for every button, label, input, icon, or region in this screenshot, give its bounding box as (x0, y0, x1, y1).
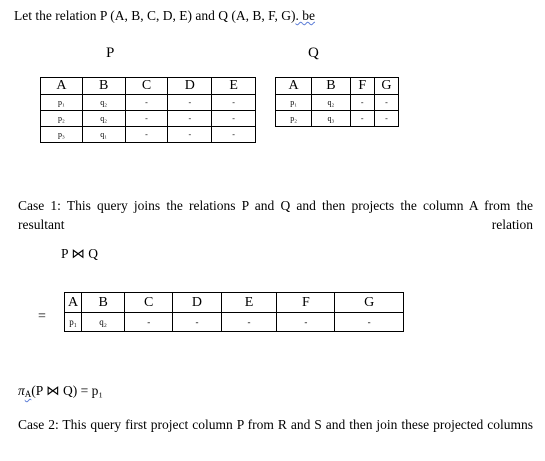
table-cell: - (349, 94, 375, 111)
table-cell: p₂ (274, 110, 313, 127)
join-expression: P ⋈ Q (61, 246, 99, 261)
table-cell: p₂ (40, 110, 83, 127)
equals-sign: = (38, 309, 46, 324)
table-cell: q₃ (311, 110, 351, 127)
table-cell: - (167, 94, 213, 111)
table-cell: - (167, 126, 213, 143)
header-cell: G (334, 292, 404, 313)
table-cell: - (211, 126, 256, 143)
table-cell: - (373, 94, 400, 111)
table-cell: q₂ (81, 110, 126, 127)
table-cell: - (124, 312, 174, 332)
header-cell: C (124, 77, 169, 95)
table-cell: - (220, 312, 278, 332)
header-cell: F (276, 292, 336, 313)
p-label: P (106, 45, 115, 61)
table-cell: p₁ (40, 94, 83, 111)
table-header-row: A B C D E F G (63, 292, 404, 313)
table-cell: p₃ (40, 126, 83, 143)
table-cell: q₂ (311, 94, 351, 111)
table-cell: - (124, 94, 169, 111)
projection-expression: πA(P ⋈ Q) = p₁ (18, 383, 103, 399)
intro-end: be (302, 8, 316, 23)
table-cell: - (349, 110, 375, 127)
case2-paragraph: Case 2: This query first project column … (18, 417, 533, 432)
header-cell: D (172, 292, 222, 313)
table-cell: q₂ (81, 312, 126, 332)
table-row: p₁ q₂ - - - - - (63, 312, 404, 332)
q-label: Q (308, 45, 319, 61)
table-cell: - (211, 110, 256, 127)
header-cell: A (63, 292, 83, 313)
header-cell: B (81, 77, 126, 95)
table-cell: q₁ (81, 126, 126, 143)
table-row: p₁ q₂ - - (274, 94, 400, 111)
relation-p-table: A B C D E p₁ q₂ - - - p₂ q₂ - - - p₃ q₁ … (40, 77, 256, 143)
table-cell: - (211, 94, 256, 111)
pi-symbol: π (18, 383, 25, 398)
table-header-row: A B F G (274, 77, 400, 95)
header-cell: A (40, 77, 83, 95)
table-cell: - (172, 312, 222, 332)
relation-q-table: A B F G p₁ q₂ - - p₂ q₃ - - (274, 77, 400, 127)
header-cell: G (373, 77, 400, 95)
table-row: p₂ q₂ - - - (40, 110, 256, 127)
header-cell: E (220, 292, 278, 313)
table-cell: q₂ (81, 94, 126, 111)
header-cell: C (124, 292, 174, 313)
table-cell: p₁ (274, 94, 313, 111)
projection-body: (P ⋈ Q) = p₁ (31, 383, 104, 398)
intro-main: Let the relation P (A, B, C, D, E) and Q… (14, 8, 296, 23)
header-cell: B (81, 292, 126, 313)
table-cell: - (334, 312, 404, 332)
table-cell: - (167, 110, 213, 127)
table-cell: - (373, 110, 400, 127)
table-cell: - (124, 110, 169, 127)
header-cell: D (167, 77, 213, 95)
header-cell: B (311, 77, 351, 95)
table-row: p₃ q₁ - - - (40, 126, 256, 143)
table-header-row: A B C D E (40, 77, 256, 95)
table-cell: - (124, 126, 169, 143)
header-cell: E (211, 77, 256, 95)
intro-text: Let the relation P (A, B, C, D, E) and Q… (14, 8, 315, 24)
table-row: p₂ q₃ - - (274, 110, 400, 127)
header-cell: F (349, 77, 375, 95)
table-cell: p₁ (63, 312, 83, 332)
case1-paragraph: Case 1: This query joins the relations P… (18, 198, 533, 232)
join-result-table: A B C D E F G p₁ q₂ - - - - - (63, 292, 404, 332)
table-cell: - (276, 312, 336, 332)
header-cell: A (274, 77, 313, 95)
table-row: p₁ q₂ - - - (40, 94, 256, 111)
